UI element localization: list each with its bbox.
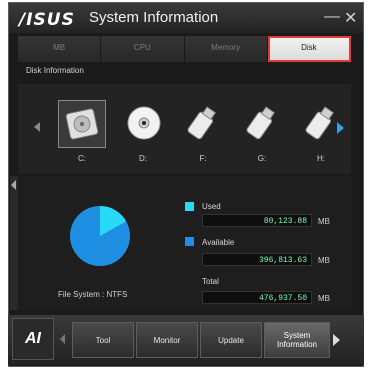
drive-g[interactable] bbox=[238, 100, 286, 148]
nav-monitor[interactable]: Monitor bbox=[136, 322, 198, 358]
nav-system-information[interactable]: System Information bbox=[264, 322, 330, 358]
drive-label-g: G: bbox=[257, 154, 267, 163]
tab-bar: MB CPU Memory Disk bbox=[18, 36, 351, 62]
collapse-arrow-icon bbox=[11, 180, 16, 190]
total-label: Total bbox=[202, 277, 219, 286]
drive-h[interactable] bbox=[297, 100, 345, 148]
available-value: 396,813.63 bbox=[202, 253, 312, 266]
tab-memory[interactable]: Memory bbox=[184, 36, 268, 62]
title-bar: /ISUS System Information — ✕ bbox=[9, 3, 363, 33]
optical-disc-icon bbox=[127, 106, 161, 140]
drive-c[interactable] bbox=[58, 100, 106, 148]
available-legend-swatch bbox=[185, 237, 194, 246]
ai-suite-logo[interactable]: AI bbox=[12, 318, 54, 360]
usb-drive-icon bbox=[305, 106, 334, 140]
tab-cpu[interactable]: CPU bbox=[101, 36, 185, 62]
drive-label-c: C: bbox=[78, 154, 86, 163]
available-unit: MB bbox=[318, 256, 330, 265]
nav-update[interactable]: Update bbox=[200, 322, 262, 358]
file-system-label: File System : NTFS bbox=[58, 290, 128, 299]
tab-mb[interactable]: MB bbox=[18, 36, 102, 62]
hard-drive-icon bbox=[65, 108, 99, 140]
used-legend-swatch bbox=[185, 202, 194, 211]
nav-tool[interactable]: Tool bbox=[72, 322, 134, 358]
used-unit: MB bbox=[318, 217, 330, 226]
nav-left-icon[interactable] bbox=[60, 334, 65, 344]
total-unit: MB bbox=[318, 294, 330, 303]
brand-logo: /ISUS bbox=[19, 10, 75, 30]
drive-label-d: D: bbox=[139, 154, 147, 163]
drive-f[interactable] bbox=[179, 100, 227, 148]
drive-label-h: H: bbox=[317, 154, 325, 163]
drive-selector bbox=[18, 84, 351, 174]
nav-right-icon[interactable] bbox=[333, 334, 340, 346]
tab-disk[interactable]: Disk bbox=[267, 36, 351, 62]
total-value: 476,937.50 bbox=[202, 291, 312, 304]
drive-label-f: F: bbox=[199, 154, 207, 163]
disk-usage-pie bbox=[70, 206, 130, 266]
usb-drive-icon bbox=[246, 106, 275, 140]
scroll-left-icon[interactable] bbox=[34, 122, 40, 132]
minimize-button[interactable]: — bbox=[324, 8, 340, 26]
drive-d[interactable] bbox=[121, 100, 169, 148]
window-title: System Information bbox=[89, 9, 219, 26]
section-label: Disk Information bbox=[26, 66, 84, 75]
available-label: Available bbox=[202, 238, 235, 247]
used-label: Used bbox=[202, 202, 221, 211]
usb-drive-icon bbox=[187, 106, 216, 140]
close-button[interactable]: ✕ bbox=[344, 8, 357, 28]
side-collapse-handle[interactable] bbox=[10, 176, 18, 310]
used-value: 80,123.88 bbox=[202, 214, 312, 227]
